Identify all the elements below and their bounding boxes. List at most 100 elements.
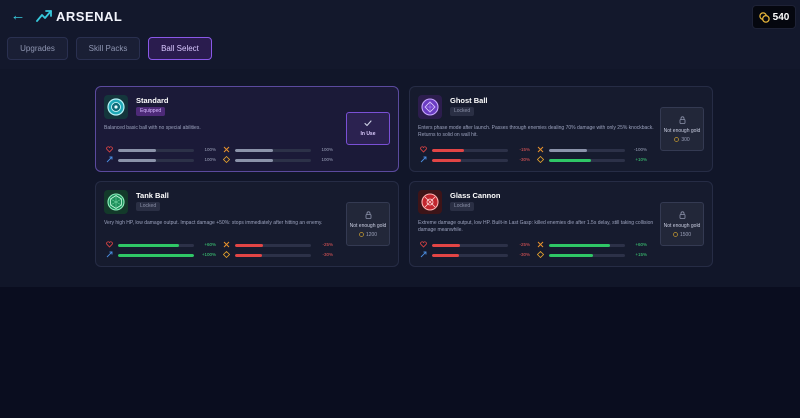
stat-value: +60% — [635, 242, 647, 247]
check-icon — [364, 120, 372, 127]
gold-counter: 540 — [752, 5, 796, 29]
speed-icon — [106, 156, 113, 163]
stat-bar-fill — [549, 148, 587, 152]
stat-value: 100% — [321, 157, 333, 162]
price-value: 300 — [681, 136, 690, 143]
stat-value: +60% — [204, 242, 216, 247]
price: 1500 — [673, 232, 691, 238]
stat-bar-fill — [235, 158, 273, 162]
size-icon — [223, 156, 230, 163]
coins-icon — [758, 11, 770, 23]
back-arrow-icon[interactable]: ← — [10, 8, 26, 24]
coin-icon — [673, 232, 678, 237]
ball-card-glass-cannon[interactable]: Glass Cannon Locked Extreme damage outpu… — [409, 181, 713, 267]
stat-bar-fill — [549, 243, 610, 247]
stat-bar-fill — [235, 243, 264, 247]
coin-icon — [674, 137, 680, 142]
stat-bar-fill — [432, 243, 461, 247]
buy-button[interactable]: Not enough gold 1200 — [346, 202, 390, 246]
stat-bar — [118, 148, 194, 152]
coin-icon — [359, 232, 364, 237]
stat-bar — [235, 243, 311, 247]
stat-bar — [432, 243, 508, 247]
size-icon — [537, 251, 544, 258]
damage-icon — [537, 241, 544, 248]
stat-bar-fill — [118, 148, 156, 152]
tab-upgrades[interactable]: Upgrades — [7, 37, 68, 60]
ball-description: Balanced basic ball with no special abil… — [104, 125, 201, 131]
tank-ball-icon — [104, 190, 128, 214]
page-title: ARSENAL — [56, 9, 123, 24]
stat-bar-fill — [549, 253, 594, 257]
stat-value: 100% — [321, 147, 333, 152]
size-icon — [223, 251, 230, 258]
in-use-button[interactable]: In Use — [346, 112, 390, 145]
locked-badge: Locked — [450, 107, 475, 116]
heart-icon — [106, 241, 113, 248]
size-icon — [537, 156, 544, 163]
stat-value: 100% — [204, 157, 216, 162]
stat-value: 100% — [204, 147, 216, 152]
ball-card-tank-ball[interactable]: Tank Ball Locked Very high HP, low damag… — [95, 181, 399, 267]
stat-value: -15% — [519, 147, 530, 152]
stat-bar — [235, 148, 311, 152]
stat-bar-fill — [118, 158, 156, 162]
price-value: 1200 — [365, 231, 378, 238]
trending-up-icon — [36, 10, 52, 22]
ball-description: Extreme damage output, low HP. Built-in … — [418, 220, 654, 233]
stat-bar — [235, 158, 311, 162]
standard-ball-icon — [104, 95, 128, 119]
stat-bar — [549, 158, 625, 162]
locked-badge: Locked — [136, 202, 161, 211]
not-enough-gold-label: Not enough gold — [349, 222, 387, 229]
not-enough-gold-label: Not enough gold — [663, 222, 701, 229]
lock-icon — [679, 210, 685, 219]
stat-bar-fill — [432, 148, 464, 152]
stat-bar — [432, 148, 508, 152]
glass-cannon-ball-icon — [418, 190, 442, 214]
stat-bar — [549, 148, 625, 152]
ball-name: Tank Ball — [136, 191, 169, 200]
stat-value: -30% — [519, 252, 530, 257]
stat-value: +15% — [635, 252, 647, 257]
stat-bar-fill — [118, 243, 179, 247]
stat-value: -25% — [519, 242, 530, 247]
stat-bar-fill — [118, 253, 194, 257]
stat-value: +100% — [201, 252, 216, 257]
tab-skill-packs[interactable]: Skill Packs — [76, 37, 140, 60]
ball-card-ghost-ball[interactable]: Ghost Ball Locked Enters phase mode afte… — [409, 86, 713, 172]
damage-icon — [223, 146, 230, 153]
in-use-label: In Use — [360, 131, 376, 137]
stat-bar-fill — [432, 253, 459, 257]
buy-button[interactable]: Not enough gold 1500 — [660, 202, 704, 246]
gold-amount: 540 — [772, 11, 790, 23]
damage-icon — [223, 241, 230, 248]
stat-bar — [549, 243, 625, 247]
price: 1200 — [359, 232, 377, 238]
speed-icon — [420, 251, 427, 258]
ghost-ball-icon — [418, 95, 442, 119]
buy-button[interactable]: Not enough gold 300 — [660, 107, 704, 151]
stat-bar — [118, 243, 194, 247]
ball-description: Very high HP, low damage output. Impact … — [104, 220, 323, 226]
tab-bar: Upgrades Skill Packs Ball Select — [7, 37, 212, 60]
ball-card-standard[interactable]: Standard Equipped Balanced basic ball wi… — [95, 86, 399, 172]
ball-description: Enters phase mode after launch. Passes t… — [418, 125, 654, 138]
not-enough-gold-label: Not enough gold — [663, 127, 701, 134]
stat-bar — [118, 253, 194, 257]
stat-bar — [432, 253, 508, 257]
stat-bar-fill — [549, 158, 591, 162]
stat-bar — [549, 253, 625, 257]
price-value: 1500 — [679, 231, 692, 238]
lock-icon — [365, 210, 371, 219]
ball-name: Glass Cannon — [450, 191, 501, 200]
damage-icon — [537, 146, 544, 153]
stat-value: +10% — [635, 157, 647, 162]
locked-badge: Locked — [450, 202, 475, 211]
tab-ball-select[interactable]: Ball Select — [148, 37, 212, 60]
arsenal-panel: ← ARSENAL 540 Upgrades Skill Packs Ball … — [0, 0, 800, 287]
stat-value: -30% — [322, 252, 333, 257]
speed-icon — [106, 251, 113, 258]
stat-value: -30% — [519, 157, 530, 162]
stat-bar-fill — [432, 158, 461, 162]
